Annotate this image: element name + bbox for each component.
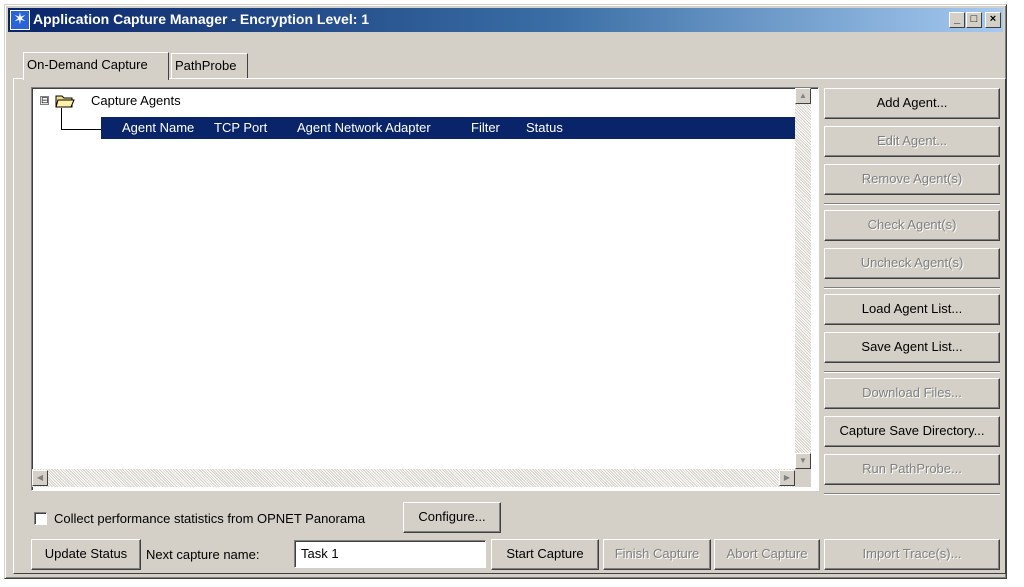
button-separator <box>824 371 1000 373</box>
button-separator <box>824 493 1000 495</box>
maximize-button[interactable]: □ <box>966 12 982 28</box>
scroll-up-arrow-icon[interactable]: ▲ <box>795 88 811 104</box>
window-title: Application Capture Manager - Encryption… <box>33 11 370 27</box>
app-star-icon: ✶ <box>10 10 30 30</box>
collect-performance-label[interactable]: Collect performance statistics from OPNE… <box>54 511 365 526</box>
button-separator <box>824 287 1000 289</box>
column-agent-name: Agent Name <box>122 120 195 135</box>
uncheck-agents-button[interactable]: Uncheck Agent(s) <box>824 248 1000 279</box>
load-agent-list-button[interactable]: Load Agent List... <box>824 294 1000 325</box>
close-button[interactable]: × <box>985 12 1001 28</box>
check-agents-button[interactable]: Check Agent(s) <box>824 210 1000 241</box>
horizontal-scrollbar[interactable]: ◀ ▶ <box>32 469 795 487</box>
column-status: Status <box>526 120 563 135</box>
abort-capture-button[interactable]: Abort Capture <box>714 539 820 570</box>
remove-agents-button[interactable]: Remove Agent(s) <box>824 164 1000 195</box>
next-capture-name-label: Next capture name: <box>146 547 260 562</box>
capture-save-directory-button[interactable]: Capture Save Directory... <box>824 416 1000 447</box>
finish-capture-button[interactable]: Finish Capture <box>603 539 711 570</box>
add-agent-button[interactable]: Add Agent... <box>824 88 1000 119</box>
minimize-button[interactable]: _ <box>949 12 965 28</box>
next-capture-name-input[interactable]: Task 1 <box>294 540 486 568</box>
run-pathprobe-button[interactable]: Run PathProbe... <box>824 454 1000 485</box>
tree-connector <box>61 129 101 130</box>
tab-on-demand-capture[interactable]: On-Demand Capture <box>23 52 169 80</box>
save-agent-list-button[interactable]: Save Agent List... <box>824 332 1000 363</box>
import-traces-button[interactable]: Import Trace(s)... <box>824 539 1000 570</box>
column-filter: Filter <box>471 120 500 135</box>
download-files-button[interactable]: Download Files... <box>824 378 1000 409</box>
start-capture-button[interactable]: Start Capture <box>491 539 599 570</box>
scrollbar-corner <box>795 469 811 487</box>
update-status-button[interactable]: Update Status <box>31 539 141 570</box>
scroll-down-arrow-icon[interactable]: ▼ <box>795 453 811 469</box>
scroll-right-arrow-icon[interactable]: ▶ <box>779 470 795 486</box>
agent-columns-header-row[interactable]: Agent Name TCP Port Agent Network Adapte… <box>101 117 795 139</box>
column-agent-network-adapter: Agent Network Adapter <box>297 120 431 135</box>
edit-agent-button[interactable]: Edit Agent... <box>824 126 1000 157</box>
column-tcp-port: TCP Port <box>214 120 268 135</box>
vertical-scrollbar[interactable]: ▲ ▼ <box>795 88 811 469</box>
title-bar[interactable]: ✶ Application Capture Manager - Encrypti… <box>8 8 1003 32</box>
configure-button[interactable]: Configure... <box>403 502 501 533</box>
tree-root-label[interactable]: Capture Agents <box>91 93 181 108</box>
capture-agents-tree[interactable]: ⊟ Capture Agents Agent Name TCP Port Age… <box>31 87 819 491</box>
button-separator <box>824 203 1000 205</box>
collapse-toggle-icon[interactable]: ⊟ <box>40 96 49 105</box>
folder-open-icon <box>55 95 75 108</box>
scroll-left-arrow-icon[interactable]: ◀ <box>32 470 48 486</box>
tab-pathprobe[interactable]: PathProbe <box>171 53 248 79</box>
tree-connector <box>61 108 62 130</box>
collect-performance-checkbox[interactable] <box>34 512 47 525</box>
